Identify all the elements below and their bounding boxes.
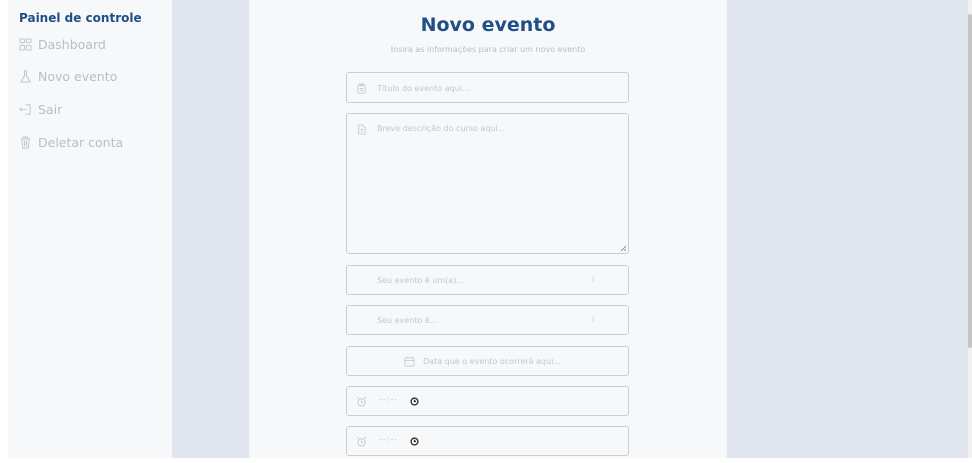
event-description-placeholder: Breve descrição do curso aqui... (377, 124, 506, 133)
end-time-value: --:-- (379, 435, 399, 444)
sidebar-title: Painel de controle (19, 11, 142, 25)
event-date-placeholder: Data que o evento ocorrerá aqui... (423, 357, 561, 366)
left-background-band (173, 0, 249, 458)
page-subtitle: Insira as informações para criar um novo… (390, 45, 586, 54)
resize-handle-icon[interactable] (620, 245, 626, 251)
event-mode-select[interactable]: Seu evento é... ⇕ (346, 305, 629, 335)
sidebar: Painel de controle Dashboard Novo evento… (8, 0, 173, 458)
sidebar-item-label: Sair (38, 102, 63, 117)
document-icon (358, 124, 366, 135)
sidebar-item-deletar-conta[interactable]: Deletar conta (19, 135, 123, 150)
sidebar-item-label: Dashboard (38, 37, 106, 52)
event-description-textarea[interactable]: Breve descrição do curso aqui... (346, 113, 629, 254)
event-type-placeholder: Seu evento é um(a)... (377, 276, 464, 285)
clipboard-icon (357, 83, 366, 94)
event-title-input[interactable]: Título do evento aqui... (346, 72, 629, 103)
sidebar-item-dashboard[interactable]: Dashboard (19, 37, 106, 52)
clock-icon[interactable] (410, 397, 419, 406)
page-title: Novo evento (420, 14, 556, 36)
event-title-placeholder: Título do evento aqui... (377, 84, 470, 93)
dashboard-grid-icon (19, 38, 32, 51)
alarm-clock-icon (356, 396, 367, 407)
calendar-icon (404, 356, 415, 367)
event-start-time-input[interactable]: --:-- (346, 386, 629, 416)
sidebar-item-label: Deletar conta (38, 135, 124, 150)
clock-icon[interactable] (410, 437, 419, 446)
logout-icon (19, 104, 31, 115)
sidebar-item-sair[interactable]: Sair (19, 102, 62, 117)
start-time-value: --:-- (379, 395, 399, 404)
trash-icon (20, 136, 31, 149)
new-event-panel: Novo evento Insira as informações para c… (249, 0, 727, 458)
sidebar-item-novo-evento[interactable]: Novo evento (19, 69, 117, 84)
event-type-select[interactable]: Seu evento é um(a)... ⇕ (346, 265, 629, 295)
flask-icon (19, 70, 32, 83)
event-date-input[interactable]: Data que o evento ocorrerá aqui... (346, 346, 629, 376)
event-mode-placeholder: Seu evento é... (377, 316, 438, 325)
sidebar-item-label: Novo evento (38, 69, 118, 84)
chevron-updown-icon: ⇕ (590, 276, 596, 284)
chevron-updown-icon: ⇕ (590, 316, 596, 324)
alarm-clock-icon (356, 436, 367, 447)
event-end-time-input[interactable]: --:-- (346, 426, 629, 456)
right-background-band (727, 0, 968, 458)
page-scrollbar-thumb[interactable] (968, 14, 972, 348)
